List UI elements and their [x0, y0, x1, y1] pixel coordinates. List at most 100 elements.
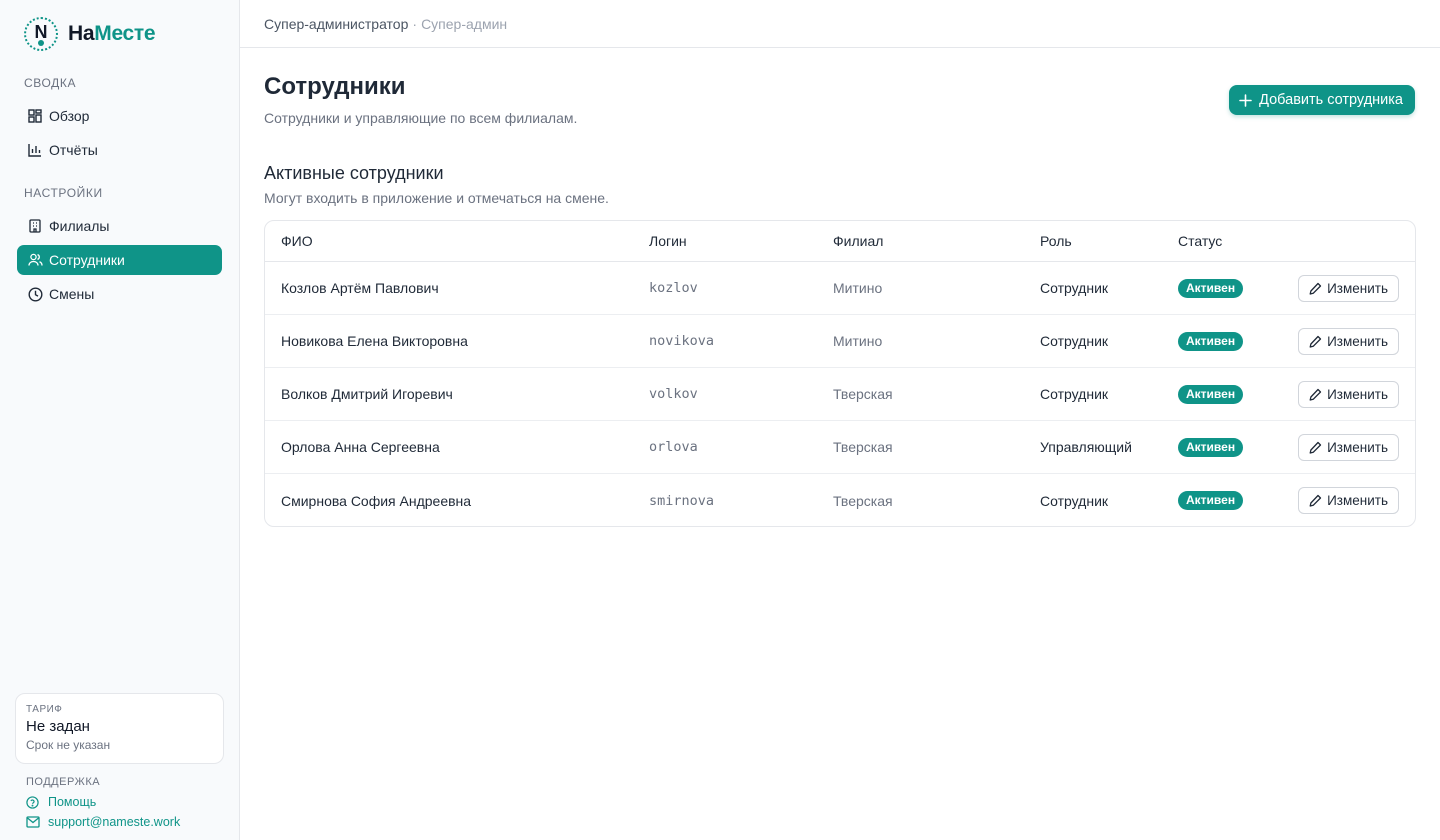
edit-button[interactable]: Изменить	[1298, 380, 1399, 408]
sidebar-item-label: Отчёты	[49, 142, 98, 158]
mail-icon	[26, 815, 40, 829]
support-email-link[interactable]: support@nameste.work	[26, 815, 180, 829]
edit-button-label: Изменить	[1327, 386, 1388, 402]
help-circle-icon	[26, 795, 40, 809]
sidebar-item-overview[interactable]: Обзор	[17, 101, 222, 131]
logo-mark-icon: N	[24, 17, 58, 51]
plan-label: Тариф	[26, 704, 63, 715]
users-icon	[27, 252, 43, 268]
employee-name: Смирнова София Андреевна	[281, 492, 472, 509]
employee-role: Сотрудник	[1040, 333, 1109, 349]
edit-button[interactable]: Изменить	[1298, 327, 1399, 355]
sidebar-item-label: Филиалы	[49, 218, 110, 234]
logo[interactable]: N НаМесте	[24, 16, 156, 52]
dashboard-icon	[27, 108, 43, 124]
employee-name: Волков Дмитрий Игоревич	[281, 386, 453, 402]
page-subtitle: Сотрудники и управляющие по всем филиала…	[264, 110, 578, 126]
employee-branch: Митино	[833, 333, 883, 349]
employee-branch: Митино	[833, 280, 883, 296]
employee-login: orlova	[649, 439, 698, 455]
column-header-branch: Филиал	[833, 233, 884, 249]
edit-button-label: Изменить	[1327, 439, 1388, 455]
plan-value: Не задан	[26, 718, 90, 735]
breadcrumb: Супер-администратор · Супер-админ	[240, 0, 1440, 48]
employee-role: Сотрудник	[1040, 280, 1109, 296]
sidebar-item-employees[interactable]: Сотрудники	[17, 245, 222, 275]
pencil-icon	[1309, 335, 1322, 348]
employee-name: Козлов Артём Павлович	[281, 280, 439, 296]
employee-branch: Тверская	[833, 492, 893, 509]
logo-text: НаМесте	[68, 22, 156, 46]
edit-button[interactable]: Изменить	[1298, 274, 1399, 302]
status-badge-label: Активен	[1178, 331, 1244, 351]
employee-login: kozlov	[649, 280, 698, 296]
employee-branch: Тверская	[833, 439, 893, 455]
table-row: Волков Дмитрий Игоревич volkov Тверская …	[265, 368, 1415, 421]
section-label-summary: Сводка	[24, 76, 77, 90]
status-badge: Активен	[1178, 278, 1244, 298]
employee-name: Орлова Анна Сергеевна	[281, 439, 440, 455]
table-header: ФИО Логин Филиал Роль Статус	[265, 221, 1415, 262]
sidebar-item-label: Обзор	[49, 108, 90, 124]
help-link-label: Помощь	[48, 795, 97, 809]
support-label: Поддержка	[26, 776, 101, 788]
edit-button-label: Изменить	[1327, 280, 1388, 296]
employee-login: novikova	[649, 333, 715, 349]
sidebar: N НаМесте Сводка Обзор Отчёты Настройки	[0, 0, 240, 840]
clock-icon	[27, 286, 43, 302]
logo-text-part2: Месте	[94, 22, 156, 45]
employees-table: ФИО Логин Филиал Роль Статус Козлов Артё…	[264, 220, 1416, 527]
sidebar-item-label: Сотрудники	[49, 252, 125, 268]
pencil-icon	[1309, 388, 1322, 401]
sidebar-item-branches[interactable]: Филиалы	[17, 211, 222, 241]
sidebar-item-shifts[interactable]: Смены	[17, 279, 222, 309]
employee-role: Сотрудник	[1040, 386, 1109, 402]
add-employee-button[interactable]: Добавить сотрудника	[1229, 85, 1415, 115]
employee-role: Сотрудник	[1040, 492, 1109, 509]
column-header-fio: ФИО	[281, 233, 313, 249]
status-badge-label: Активен	[1178, 491, 1244, 510]
sidebar-item-reports[interactable]: Отчёты	[17, 135, 222, 165]
support-email-label: support@nameste.work	[48, 815, 181, 829]
table-row: Смирнова София Андреевна smirnova Тверск…	[265, 474, 1415, 526]
status-badge-label: Активен	[1178, 437, 1244, 457]
pencil-icon	[1309, 494, 1322, 507]
breadcrumb-current: Супер-админ	[421, 15, 508, 32]
edit-button[interactable]: Изменить	[1298, 487, 1399, 514]
edit-button-label: Изменить	[1327, 333, 1388, 349]
table-row: Новикова Елена Викторовна novikova Митин…	[265, 315, 1415, 368]
column-header-role: Роль	[1040, 233, 1072, 249]
building-icon	[27, 218, 43, 234]
edit-button[interactable]: Изменить	[1298, 433, 1399, 461]
section-label-settings: Настройки	[24, 186, 103, 200]
logo-mark-letter: N	[34, 22, 48, 42]
table-row: Орлова Анна Сергеевна orlova Тверская Уп…	[265, 421, 1415, 474]
status-badge: Активен	[1178, 437, 1244, 457]
column-header-status: Статус	[1178, 233, 1223, 249]
employee-name: Новикова Елена Викторовна	[281, 333, 468, 349]
help-link[interactable]: Помощь	[26, 795, 96, 809]
main-content: Супер-администратор · Супер-админ Сотруд…	[240, 0, 1440, 840]
sidebar-item-label: Смены	[49, 286, 95, 302]
logo-text-part1: На	[68, 22, 95, 45]
employee-role: Управляющий	[1040, 439, 1132, 455]
plus-icon	[1239, 93, 1253, 107]
employee-branch: Тверская	[833, 386, 893, 402]
location-pin-icon	[38, 40, 44, 46]
pencil-icon	[1309, 282, 1322, 295]
breadcrumb-role[interactable]: Супер-администратор	[264, 16, 408, 32]
column-header-login: Логин	[649, 233, 687, 249]
employee-login: smirnova	[649, 492, 715, 509]
add-employee-button-label: Добавить сотрудника	[1259, 92, 1403, 108]
status-badge: Активен	[1178, 491, 1244, 510]
status-badge: Активен	[1178, 384, 1244, 404]
section-title: Активные сотрудники	[264, 163, 444, 183]
employee-login: volkov	[649, 386, 698, 402]
plan-card: Тариф Не задан Срок не указан	[15, 693, 224, 764]
page-title: Сотрудники	[264, 73, 406, 100]
breadcrumb-separator: ·	[412, 15, 418, 32]
section-subtitle: Могут входить в приложение и отмечаться …	[264, 190, 609, 206]
bar-chart-icon	[27, 142, 43, 158]
table-row: Козлов Артём Павлович kozlov Митино Сотр…	[265, 262, 1415, 315]
pencil-icon	[1309, 441, 1322, 454]
